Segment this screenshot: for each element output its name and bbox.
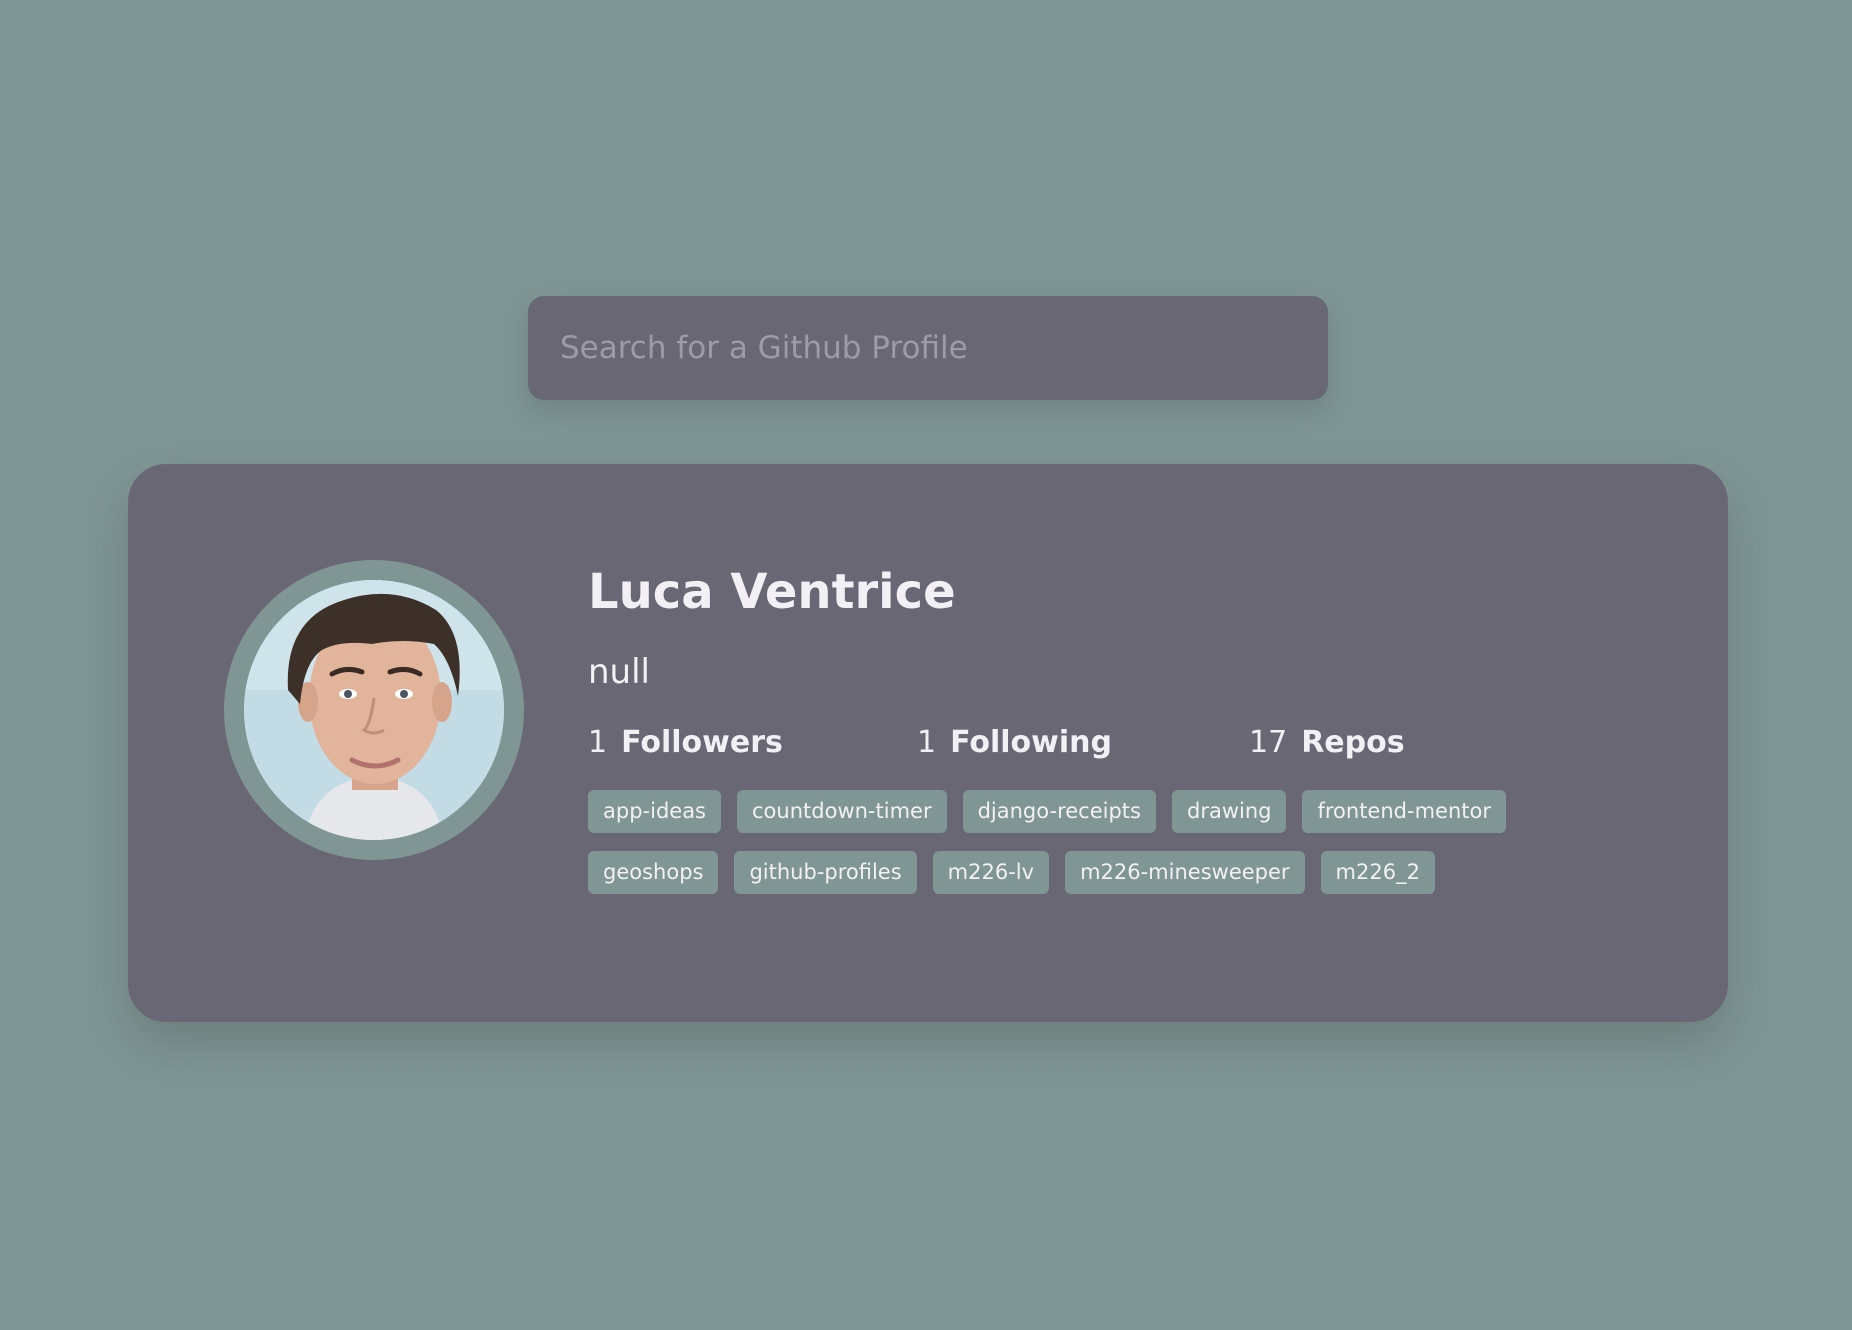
repo-list: app-ideas countdown-timer django-receipt… bbox=[588, 790, 1648, 912]
repos-count: 17 bbox=[1249, 724, 1288, 760]
repo-link-app-ideas[interactable]: app-ideas bbox=[588, 790, 722, 834]
profile-card: Luca Ventrice null 1 Followers 1 Followi… bbox=[128, 464, 1728, 1022]
profile-stats: 1 Followers 1 Following 17 Repos bbox=[588, 720, 1668, 764]
following-label: Following bbox=[950, 724, 1112, 760]
profile-name: Luca Ventrice bbox=[588, 564, 956, 620]
repo-link-github-profiles[interactable]: github-profiles bbox=[734, 851, 917, 895]
following-count: 1 bbox=[917, 724, 937, 760]
stat-following: 1 Following bbox=[917, 725, 1249, 760]
repo-link-frontend-mentor[interactable]: frontend-mentor bbox=[1302, 790, 1506, 834]
repo-link-m226-minesweeper[interactable]: m226-minesweeper bbox=[1065, 851, 1305, 895]
profile-info: Luca Ventrice null 1 Followers 1 Followi… bbox=[588, 564, 1668, 912]
stat-followers: 1 Followers bbox=[588, 725, 917, 760]
followers-count: 1 bbox=[588, 724, 608, 760]
avatar bbox=[244, 580, 504, 840]
search-input[interactable] bbox=[528, 296, 1328, 400]
avatar-ring bbox=[224, 560, 524, 860]
profile-bio: null bbox=[588, 651, 650, 692]
search-form bbox=[528, 296, 1328, 400]
avatar-photo bbox=[244, 580, 504, 840]
repo-link-drawing[interactable]: drawing bbox=[1171, 790, 1287, 834]
stat-repos: 17 Repos bbox=[1249, 725, 1405, 760]
followers-label: Followers bbox=[621, 724, 783, 760]
repo-link-geoshops[interactable]: geoshops bbox=[588, 851, 719, 895]
repos-label: Repos bbox=[1301, 724, 1405, 760]
repo-link-countdown-timer[interactable]: countdown-timer bbox=[737, 790, 947, 834]
repo-link-m226-2[interactable]: m226_2 bbox=[1320, 851, 1435, 895]
repo-link-django-receipts[interactable]: django-receipts bbox=[962, 790, 1156, 834]
repo-link-m226-lv[interactable]: m226-lv bbox=[932, 851, 1050, 895]
